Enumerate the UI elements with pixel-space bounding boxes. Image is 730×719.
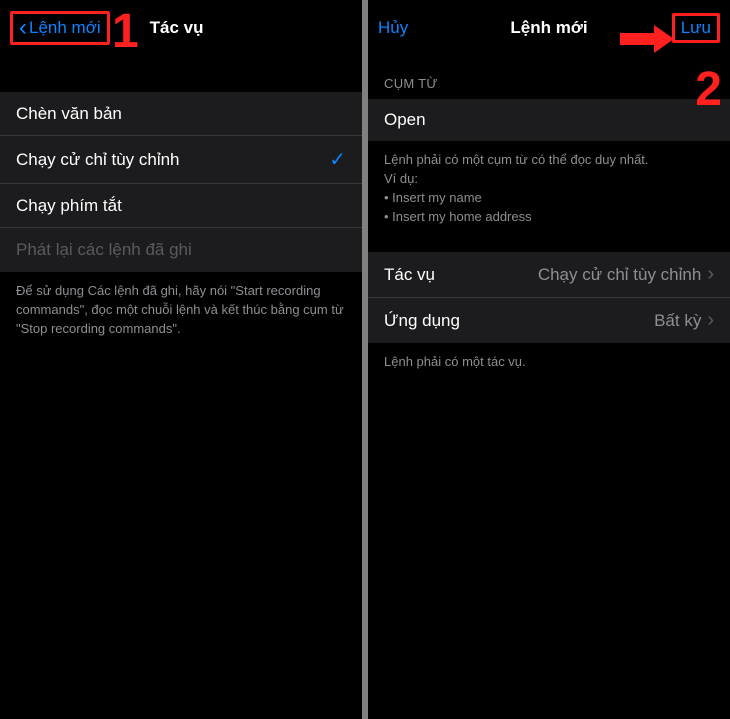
row-label: Chèn văn bản (16, 104, 122, 124)
row-value: Bất kỳ › (654, 309, 714, 332)
annotation-step-number: 2 (695, 62, 722, 117)
cancel-label: Hủy (378, 18, 408, 38)
row-insert-text[interactable]: Chèn văn bản (0, 92, 362, 136)
row-run-shortcut[interactable]: Chạy phím tắt (0, 184, 362, 228)
phrase-footer: Lệnh phải có một cụm từ có thể đọc duy n… (368, 141, 730, 226)
phrase-hint: Lệnh phải có một cụm từ có thể đọc duy n… (384, 151, 714, 170)
row-label: Chạy phím tắt (16, 196, 122, 216)
save-button[interactable]: Lưu (672, 13, 720, 43)
action-footer: Lệnh phải có một tác vụ. (368, 343, 730, 372)
save-label: Lưu (681, 18, 711, 38)
screen-tasks: ‹ Lệnh mới Tác vụ 1 Chèn văn bản Chạy cử… (0, 0, 362, 719)
cancel-button[interactable]: Hủy (378, 18, 408, 38)
row-value: Chạy cử chỉ tùy chỉnh › (538, 263, 714, 286)
phrase-input[interactable]: Open (368, 99, 730, 141)
row-label: Tác vụ (384, 265, 435, 285)
chevron-right-icon: › (707, 263, 714, 286)
navbar: ‹ Lệnh mới Tác vụ (0, 0, 362, 56)
phrase-example: • Insert my name (384, 189, 714, 208)
row-label: Phát lại các lệnh đã ghi (16, 240, 192, 260)
settings-list: Tác vụ Chạy cử chỉ tùy chỉnh › Ứng dụng … (368, 252, 730, 343)
back-label: Lệnh mới (29, 18, 101, 38)
checkmark-icon: ✓ (329, 147, 346, 172)
chevron-left-icon: ‹ (19, 16, 27, 40)
annotation-arrow-icon (620, 28, 674, 50)
annotation-step-number: 1 (112, 4, 139, 59)
row-run-gesture[interactable]: Chạy cử chỉ tùy chỉnh ✓ (0, 136, 362, 184)
phrase-example: • Insert my home address (384, 208, 714, 227)
row-label: Ứng dụng (384, 311, 460, 331)
phrase-header: CỤM TỪ (368, 56, 730, 99)
chevron-right-icon: › (707, 309, 714, 332)
row-application[interactable]: Ứng dụng Bất kỳ › (368, 298, 730, 343)
footer-hint: Để sử dụng Các lệnh đã ghi, hãy nói "Sta… (0, 272, 362, 339)
row-playback: Phát lại các lệnh đã ghi (0, 228, 362, 272)
screen-new-command: Hủy Lệnh mới Lưu 2 CỤM TỪ Open Lệnh phải… (368, 0, 730, 719)
phrase-examples-label: Ví dụ: (384, 170, 714, 189)
row-label: Chạy cử chỉ tùy chỉnh (16, 150, 180, 170)
task-list: Chèn văn bản Chạy cử chỉ tùy chỉnh ✓ Chạ… (0, 92, 362, 272)
page-title: Tác vụ (150, 18, 204, 38)
navbar: Hủy Lệnh mới Lưu (368, 0, 730, 56)
row-action[interactable]: Tác vụ Chạy cử chỉ tùy chỉnh › (368, 252, 730, 298)
back-button[interactable]: ‹ Lệnh mới (10, 11, 110, 45)
phrase-value: Open (384, 110, 426, 129)
